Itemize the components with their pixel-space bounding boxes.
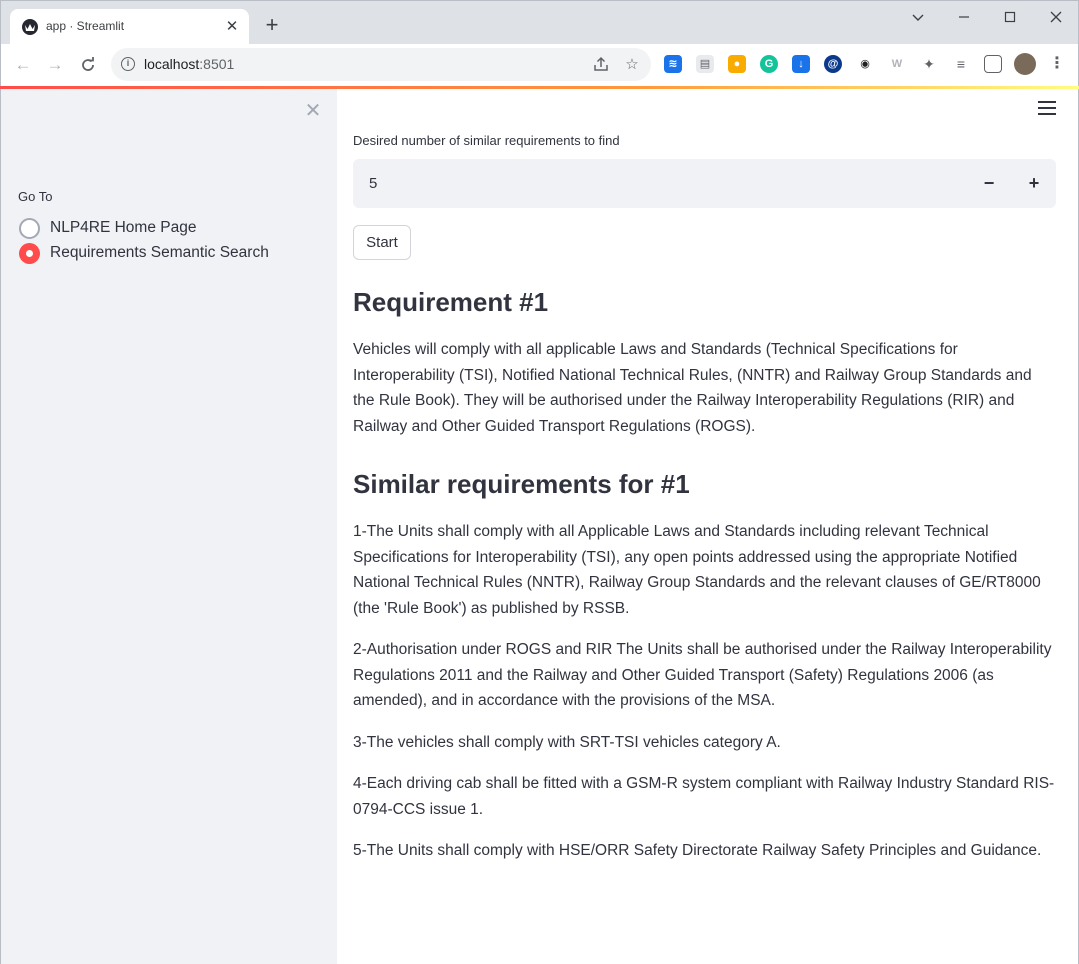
tab-title: app · Streamlit xyxy=(46,19,125,33)
extension-w-icon[interactable]: W xyxy=(888,55,906,73)
media-control-icon[interactable]: ≡ xyxy=(952,55,970,73)
radio-checked-icon[interactable] xyxy=(19,242,40,264)
browser-tab[interactable]: app · Streamlit ✕ xyxy=(10,9,249,45)
similar-requirement: 1-The Units shall comply with all Applic… xyxy=(353,523,1041,617)
similar-requirement: 2-Authorisation under ROGS and RIR The U… xyxy=(353,641,1052,709)
radio-option-home[interactable]: NLP4RE Home Page xyxy=(19,217,196,239)
results: Requirement #1 Vehicles will comply with… xyxy=(353,285,1056,880)
extension-panda-icon[interactable]: ◉ xyxy=(856,55,874,73)
extensions-icon[interactable]: ✦ xyxy=(920,55,938,73)
minimize-icon[interactable] xyxy=(952,7,976,27)
number-input[interactable]: 5 − + xyxy=(353,159,1056,208)
info-icon[interactable]: i xyxy=(121,57,135,71)
similar-requirement: 4-Each driving cab shall be fitted with … xyxy=(353,775,1055,818)
radio-option-semantic-search[interactable]: Requirements Semantic Search xyxy=(19,242,269,264)
hamburger-menu-icon[interactable] xyxy=(1038,101,1056,119)
window-close-icon[interactable] xyxy=(1044,7,1068,27)
similar-requirement: 3-The vehicles shall comply with SRT-TSI… xyxy=(353,733,781,751)
number-input-label: Desired number of similar requirements t… xyxy=(353,133,620,148)
extension-swirl-icon[interactable]: @ xyxy=(824,55,842,73)
requirement-heading: Requirement #1 xyxy=(353,287,549,317)
tab-close-icon[interactable]: ✕ xyxy=(223,18,241,36)
reload-icon[interactable] xyxy=(77,54,99,76)
streamlit-favicon-icon xyxy=(22,19,38,35)
radio-group-label: Go To xyxy=(18,189,53,204)
forward-icon[interactable]: → xyxy=(44,54,66,76)
share-icon[interactable] xyxy=(592,56,610,74)
address-bar[interactable]: i localhost:8501 ☆ xyxy=(111,48,651,81)
sidebar-close-icon[interactable]: ✕ xyxy=(303,101,323,121)
number-input-value[interactable]: 5 xyxy=(369,175,377,192)
start-button[interactable]: Start xyxy=(353,225,411,260)
increment-button[interactable]: + xyxy=(1012,159,1056,208)
radio-option-label: NLP4RE Home Page xyxy=(50,219,197,236)
radio-option-label: Requirements Semantic Search xyxy=(50,244,269,261)
new-tab-button[interactable]: + xyxy=(262,14,282,36)
tab-search-icon[interactable] xyxy=(906,7,930,27)
decrement-button[interactable]: − xyxy=(967,159,1011,208)
extension-download-icon[interactable]: ↓ xyxy=(792,55,810,73)
sidebar: ✕ Go To NLP4RE Home Page Requirements Se… xyxy=(0,89,337,964)
extension-layers-icon[interactable]: ≋ xyxy=(664,55,682,73)
browser-tab-strip: app · Streamlit ✕ + xyxy=(0,0,1079,45)
extension-keep-icon[interactable]: ● xyxy=(728,55,746,73)
url-text[interactable]: localhost:8501 xyxy=(144,56,234,72)
grammarly-icon[interactable]: G xyxy=(760,55,778,73)
requirement-text: Vehicles will comply with all applicable… xyxy=(353,341,1032,435)
extension-document-icon[interactable]: ▤ xyxy=(696,55,714,73)
radio-unchecked-icon[interactable] xyxy=(19,217,40,239)
main-content: Desired number of similar requirements t… xyxy=(337,89,1079,964)
browser-toolbar: ← → i localhost:8501 ☆ ≋ ▤ ● G ↓ @ ◉ W ✦… xyxy=(0,44,1079,86)
maximize-icon[interactable] xyxy=(998,7,1022,27)
similar-heading: Similar requirements for #1 xyxy=(353,469,690,499)
side-panel-icon[interactable] xyxy=(984,55,1002,73)
star-icon[interactable]: ☆ xyxy=(623,56,641,74)
profile-avatar-icon[interactable] xyxy=(1014,53,1036,75)
menu-kebab-icon[interactable]: ⋮ xyxy=(1048,55,1066,73)
similar-requirement: 5-The Units shall comply with HSE/ORR Sa… xyxy=(353,842,1042,859)
back-icon[interactable]: ← xyxy=(12,54,34,76)
